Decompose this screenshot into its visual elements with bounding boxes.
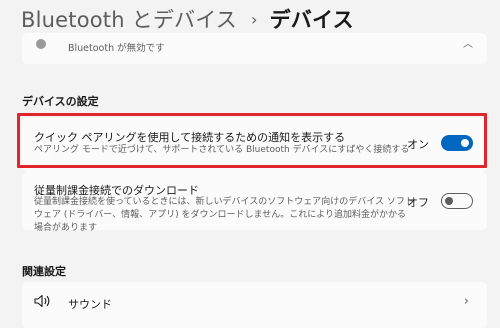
metered-download-toggle-label: オフ: [407, 196, 429, 209]
page-title: デバイス: [269, 8, 354, 32]
bluetooth-status-dot-icon: [36, 39, 46, 49]
toggle-knob: [445, 197, 453, 205]
highlight-box: [17, 113, 487, 168]
speaker-icon: [34, 294, 50, 308]
bluetooth-status-card[interactable]: Bluetooth が無効です ︿: [22, 33, 487, 64]
chevron-right-icon: ›: [463, 294, 469, 309]
bluetooth-status-text: Bluetooth が無効です: [68, 43, 165, 54]
sound-label: サウンド: [68, 298, 112, 311]
breadcrumb-parent-link[interactable]: Bluetooth とデバイス: [21, 4, 237, 34]
breadcrumb-separator-icon: ›: [251, 9, 258, 29]
metered-download-description: 従量制課金接続を使っているときには、新しいデバイスのソフトウェア向けのデバイス …: [34, 197, 414, 233]
metered-download-row[interactable]: 従量制課金接続でのダウンロード 従量制課金接続を使っているときには、新しいデバイ…: [22, 172, 487, 233]
metered-download-toggle[interactable]: [441, 193, 473, 209]
device-settings-heading: デバイスの設定: [22, 95, 99, 108]
sound-settings-row[interactable]: サウンド ›: [22, 282, 487, 328]
chevron-up-icon[interactable]: ︿: [463, 35, 473, 50]
related-settings-heading: 関連設定: [22, 265, 66, 278]
breadcrumb: Bluetooth とデバイス › デバイス: [21, 4, 354, 34]
